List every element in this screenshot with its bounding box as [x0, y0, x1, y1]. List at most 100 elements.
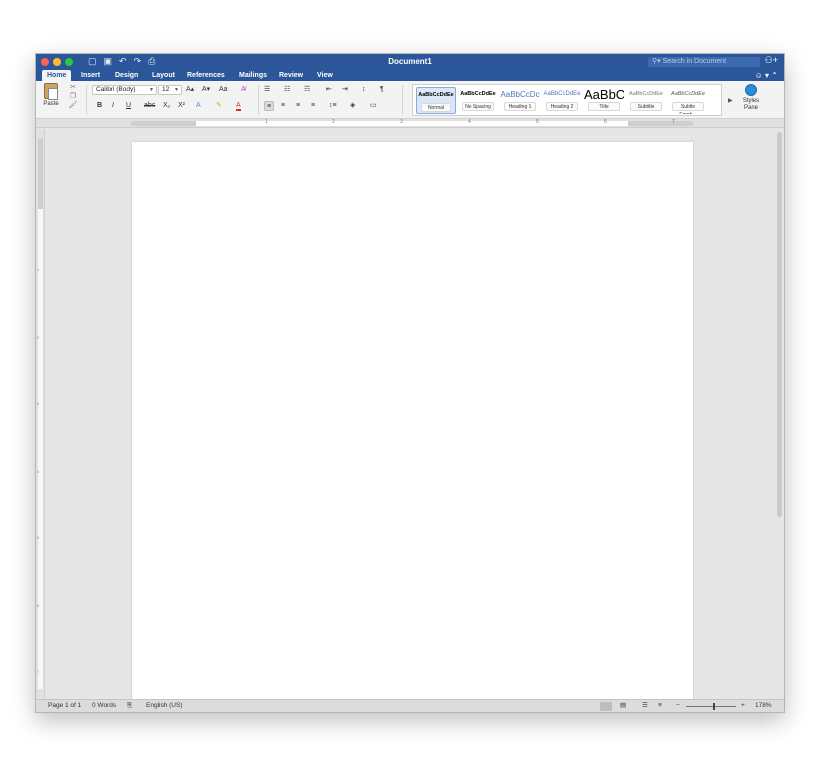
zoom-level[interactable]: 178%	[755, 700, 772, 712]
style-sample: AaBbCcDdEe	[671, 91, 705, 97]
change-case-button[interactable]: Aa	[219, 85, 228, 95]
zoom-slider-handle[interactable]	[713, 703, 715, 710]
style-name: Normal	[421, 103, 451, 112]
document-page[interactable]	[132, 142, 693, 700]
decrease-indent-button[interactable]: ⇤	[326, 85, 332, 95]
tab-review[interactable]: Review	[279, 70, 303, 81]
line-spacing-button[interactable]: ↕≡	[329, 101, 337, 111]
styles-pane-label: Styles Pane	[742, 98, 760, 111]
ruler-number: 1	[37, 267, 40, 272]
chevron-down-icon: ▼	[149, 87, 154, 93]
style-title[interactable]: AaBbC Title	[584, 87, 624, 114]
draft-view-icon[interactable]: ≡	[658, 700, 662, 712]
font-name-select[interactable]: Calibri (Body) ▼	[92, 85, 157, 95]
proofing-icon[interactable]: ⎘	[127, 700, 132, 712]
grow-font-button[interactable]: A▴	[186, 85, 194, 95]
ruler-right-margin	[628, 121, 693, 126]
shrink-font-button[interactable]: A▾	[202, 85, 210, 95]
style-name: No Spacing	[462, 102, 494, 111]
justify-button[interactable]: ≡	[311, 101, 315, 111]
font-size-value: 12	[162, 86, 170, 93]
show-formatting-button[interactable]: ¶	[380, 85, 384, 95]
superscript-button[interactable]: X²	[178, 101, 185, 111]
style-heading-2[interactable]: AaBbCcDdEe Heading 2	[542, 87, 582, 114]
tab-view[interactable]: View	[317, 70, 333, 81]
zoom-slider[interactable]	[686, 706, 736, 707]
cut-icon[interactable]: ✂	[68, 83, 78, 92]
ruler-number: 5	[37, 535, 40, 540]
underline-button[interactable]: U	[126, 101, 131, 111]
shading-button[interactable]: ◈	[350, 101, 355, 111]
ruler-number: 3	[37, 401, 40, 406]
multilevel-list-button[interactable]: ☶	[304, 85, 310, 95]
align-left-button[interactable]: ≡	[264, 101, 275, 111]
tab-references[interactable]: References	[187, 70, 225, 81]
align-right-button[interactable]: ≡	[296, 101, 300, 111]
divider	[258, 85, 259, 115]
subscript-button[interactable]: X₂	[163, 101, 170, 111]
zoom-out-button[interactable]: −	[676, 700, 680, 712]
clipboard-icon	[44, 83, 58, 100]
borders-button[interactable]: ▭	[370, 101, 377, 111]
ruler-number: 2	[37, 335, 40, 340]
strikethrough-button[interactable]: abc	[144, 101, 155, 111]
ruler-number: 1	[265, 119, 268, 125]
style-subtle-emphasis[interactable]: AaBbCcDdEe Subtle Emph...	[668, 87, 708, 114]
font-color-button[interactable]: A	[236, 101, 241, 111]
increase-indent-button[interactable]: ⇥	[342, 85, 348, 95]
font-size-select[interactable]: 12 ▼	[158, 85, 182, 95]
ruler-number: 6	[37, 603, 40, 608]
scrollbar-thumb[interactable]	[777, 132, 782, 517]
tab-home[interactable]: Home	[42, 70, 72, 81]
style-no-spacing[interactable]: AaBbCcDdEe No Spacing	[458, 87, 498, 114]
text-effects-button[interactable]: A	[196, 101, 201, 111]
print-layout-icon[interactable]	[600, 702, 612, 711]
ruler-number: 7	[672, 119, 675, 125]
format-painter-icon[interactable]: 🖌	[68, 101, 78, 110]
feedback-icon[interactable]: ☺ ▾ ⌃	[755, 70, 778, 81]
clear-formatting-button[interactable]: A̸	[241, 85, 246, 95]
style-subtitle[interactable]: AaBbCcDdEe Subtitle	[626, 87, 666, 114]
styles-pane-icon	[745, 84, 757, 96]
styles-gallery: AaBbCcDdEe Normal AaBbCcDdEe No Spacing …	[412, 84, 722, 116]
language[interactable]: English (US)	[146, 700, 182, 712]
style-sample: AaBbCcDdEe	[543, 91, 581, 97]
copy-icon[interactable]: ❐	[68, 92, 78, 101]
vertical-ruler[interactable]: 1 2 3 4 5 6 7	[36, 129, 45, 699]
font-name-value: Calibri (Body)	[96, 86, 136, 93]
highlight-button[interactable]: ✎	[216, 101, 222, 111]
align-center-button[interactable]: ≡	[281, 101, 285, 111]
style-sample: AaBbCcDdEe	[460, 91, 496, 97]
ruler-number: 2	[332, 119, 335, 125]
chevron-right-icon[interactable]: ▶	[728, 97, 733, 104]
word-count[interactable]: 0 Words	[92, 700, 116, 712]
web-layout-icon[interactable]: ▤	[620, 700, 626, 712]
document-canvas	[46, 129, 776, 700]
paste-button[interactable]: Paste	[40, 83, 62, 107]
page-count[interactable]: Page 1 of 1	[48, 700, 81, 712]
status-bar: Page 1 of 1 0 Words ⎘ English (US) ▤ ☰ ≡…	[36, 699, 784, 712]
zoom-in-button[interactable]: +	[741, 700, 745, 712]
style-name: Subtitle	[630, 102, 662, 111]
outline-view-icon[interactable]: ☰	[642, 700, 648, 712]
style-sample: AaBbCcDdEe	[418, 92, 454, 98]
bold-button[interactable]: B	[97, 101, 102, 111]
sort-button[interactable]: ↕	[362, 85, 366, 95]
tab-mailings[interactable]: Mailings	[239, 70, 267, 81]
styles-pane-button[interactable]: Styles Pane	[740, 84, 762, 112]
tab-insert[interactable]: Insert	[81, 70, 100, 81]
style-normal[interactable]: AaBbCcDdEe Normal	[416, 87, 456, 114]
ruler-number: 4	[37, 469, 40, 474]
ruler-track	[131, 121, 693, 126]
italic-button[interactable]: I	[112, 101, 114, 111]
vertical-scrollbar[interactable]	[776, 129, 783, 700]
style-heading-1[interactable]: AaBbCcDc Heading 1	[500, 87, 540, 114]
numbering-button[interactable]: ☷	[284, 85, 290, 95]
share-icon[interactable]: ⚇+	[765, 55, 778, 66]
horizontal-ruler[interactable]: 1 2 3 4 5 6 7	[36, 119, 784, 128]
search-input[interactable]: ⚲▾ Search in Document	[648, 57, 760, 67]
tab-layout[interactable]: Layout	[152, 70, 175, 81]
bullets-button[interactable]: ☰	[264, 85, 270, 95]
tab-design[interactable]: Design	[115, 70, 138, 81]
ruler-number: 7	[37, 669, 40, 674]
